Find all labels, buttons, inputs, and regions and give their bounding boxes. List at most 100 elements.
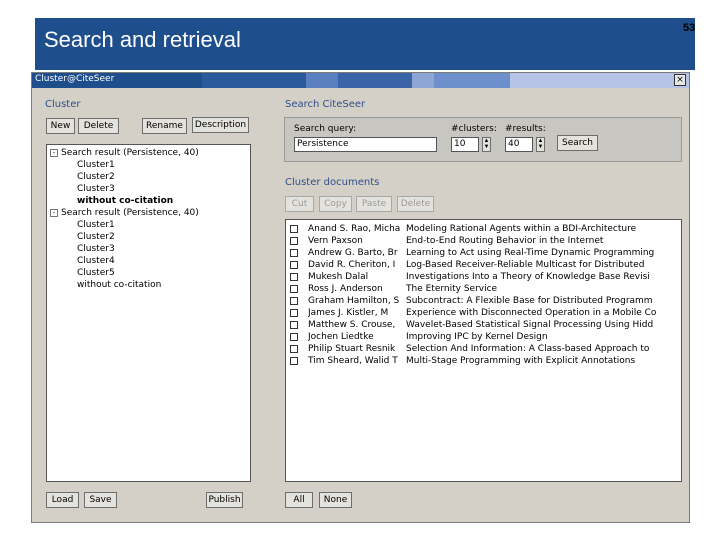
- search-query-label: Search query:: [294, 124, 357, 134]
- tree-node-label: without co-citation: [77, 196, 174, 206]
- paste-button[interactable]: Paste: [356, 196, 392, 212]
- document-title: Subcontract: A Flexible Base for Distrib…: [406, 296, 653, 306]
- document-author: Vern Paxson: [308, 236, 363, 246]
- copy-button[interactable]: Copy: [319, 196, 352, 212]
- document-author: Matthew S. Crouse,: [308, 320, 396, 330]
- new-cluster-button[interactable]: New: [46, 118, 75, 134]
- document-list[interactable]: Anand S. Rao, Micha Modeling Rational Age…: [285, 219, 682, 482]
- document-checkbox[interactable]: [290, 345, 298, 353]
- document-title: Wavelet-Based Statistical Signal Process…: [406, 320, 654, 330]
- document-author: Tim Sheard, Walid T: [308, 356, 398, 366]
- load-button[interactable]: Load: [46, 492, 79, 508]
- tree-node-label: Cluster3: [77, 184, 115, 194]
- document-title: Improving IPC by Kernel Design: [406, 332, 548, 342]
- document-checkbox[interactable]: [290, 237, 298, 245]
- tree-node-label: Search result (Persistence, 40): [61, 208, 199, 218]
- document-author: Philip Stuart Resnik: [308, 344, 396, 354]
- collapse-toggle-icon[interactable]: -: [50, 149, 58, 157]
- document-row[interactable]: Anand S. Rao, Micha Modeling Rational Age…: [286, 223, 681, 235]
- titlebar-segment: [434, 73, 510, 88]
- tree-node-label: Cluster4: [77, 256, 115, 266]
- cluster-section-title: Cluster: [45, 99, 81, 110]
- document-checkbox[interactable]: [290, 261, 298, 269]
- tree-node-label: Cluster3: [77, 244, 115, 254]
- clusters-stepper[interactable]: ▲ ▼: [482, 137, 491, 152]
- delete-document-button[interactable]: Delete: [397, 196, 434, 212]
- document-author: Jochen Liedtke: [308, 332, 374, 342]
- cluster-tree[interactable]: - Search result (Persistence, 40) Cluster1…: [46, 144, 251, 482]
- tree-node-label: Cluster2: [77, 232, 115, 242]
- titlebar-segment: [510, 73, 689, 88]
- document-checkbox[interactable]: [290, 285, 298, 293]
- document-author: Graham Hamilton, S: [308, 296, 400, 306]
- arrow-down-icon[interactable]: ▼: [537, 144, 544, 150]
- search-section-title: Search CiteSeer: [285, 99, 366, 110]
- document-author: Ross J. Anderson: [308, 284, 383, 294]
- document-row[interactable]: James J. Kistler, M Experience with Disco…: [286, 307, 681, 319]
- document-checkbox[interactable]: [290, 273, 298, 281]
- app-window: Cluster@CiteSeer × Cluster New Delete Re…: [31, 72, 690, 523]
- tree-node-label: Cluster1: [77, 160, 115, 170]
- document-row[interactable]: Graham Hamilton, S Subcontract: A Flexibl…: [286, 295, 681, 307]
- document-author: Anand S. Rao, Micha: [308, 224, 401, 234]
- document-row[interactable]: Tim Sheard, Walid T Multi-Stage Programmi…: [286, 355, 681, 367]
- slide-header: Search and retrieval: [35, 18, 695, 70]
- document-author: Andrew G. Barto, Br: [308, 248, 398, 258]
- document-row[interactable]: Andrew G. Barto, Br Learning to Act using…: [286, 247, 681, 259]
- document-row[interactable]: Philip Stuart Resnik Selection And Inform…: [286, 343, 681, 355]
- document-title: Log-Based Receiver-Reliable Multicast fo…: [406, 260, 645, 270]
- document-checkbox[interactable]: [290, 333, 298, 341]
- document-title: Investigations Into a Theory of Knowledg…: [406, 272, 650, 282]
- document-author: Mukesh Dalal: [308, 272, 369, 282]
- documents-section-title: Cluster documents: [285, 177, 380, 188]
- window-titlebar[interactable]: [32, 73, 689, 88]
- select-all-button[interactable]: All: [285, 492, 313, 508]
- tree-node-label: Cluster2: [77, 172, 115, 182]
- slide-number: 53: [683, 22, 696, 34]
- close-button[interactable]: ×: [674, 74, 686, 86]
- document-checkbox[interactable]: [290, 249, 298, 257]
- search-query-input[interactable]: Persistence: [294, 137, 437, 152]
- document-title: Experience with Disconnected Operation i…: [406, 308, 657, 318]
- results-input[interactable]: 40: [505, 137, 533, 152]
- document-row[interactable]: Vern Paxson End-to-End Routing Behavior i…: [286, 235, 681, 247]
- document-title: The Eternity Service: [406, 284, 498, 294]
- delete-cluster-button[interactable]: Delete: [78, 118, 119, 134]
- titlebar-segment: [338, 73, 412, 88]
- save-button[interactable]: Save: [84, 492, 117, 508]
- collapse-toggle-icon[interactable]: -: [50, 209, 58, 217]
- document-row[interactable]: Matthew S. Crouse, Wavelet-Based Statisti…: [286, 319, 681, 331]
- description-button[interactable]: Description: [192, 117, 249, 133]
- results-label: #results:: [505, 124, 546, 134]
- document-checkbox[interactable]: [290, 297, 298, 305]
- document-row[interactable]: David R. Cheriton, I Log-Based Receiver-R…: [286, 259, 681, 271]
- cut-button[interactable]: Cut: [285, 196, 314, 212]
- titlebar-segment: [412, 73, 434, 88]
- tree-node-label: Cluster5: [77, 268, 115, 278]
- document-row[interactable]: Ross J. Anderson The Eternity Service: [286, 283, 681, 295]
- document-title: Modeling Rational Agents within a BDI-Ar…: [406, 224, 637, 234]
- document-author: David R. Cheriton, I: [308, 260, 396, 270]
- clusters-label: #clusters:: [451, 124, 497, 134]
- document-checkbox[interactable]: [290, 321, 298, 329]
- search-button[interactable]: Search: [557, 135, 598, 151]
- publish-button[interactable]: Publish: [206, 492, 243, 508]
- window-title: Cluster@CiteSeer: [35, 74, 115, 84]
- search-panel: Search query: Persistence #clusters: 10 …: [284, 117, 682, 162]
- clusters-input[interactable]: 10: [451, 137, 479, 152]
- arrow-down-icon[interactable]: ▼: [483, 144, 490, 150]
- document-checkbox[interactable]: [290, 357, 298, 365]
- titlebar-segment: [202, 73, 306, 88]
- document-title: Selection And Information: A Class-based…: [406, 344, 650, 354]
- tree-node-label: Search result (Persistence, 40): [61, 148, 199, 158]
- document-checkbox[interactable]: [290, 309, 298, 317]
- rename-cluster-button[interactable]: Rename: [142, 118, 187, 134]
- select-none-button[interactable]: None: [319, 492, 352, 508]
- document-title: End-to-End Routing Behavior in the Inter…: [406, 236, 604, 246]
- document-row[interactable]: Mukesh Dalal Investigations Into a Theory…: [286, 271, 681, 283]
- document-row[interactable]: Jochen Liedtke Improving IPC by Kernel De…: [286, 331, 681, 343]
- results-stepper[interactable]: ▲ ▼: [536, 137, 545, 152]
- tree-node-label: Cluster1: [77, 220, 115, 230]
- document-checkbox[interactable]: [290, 225, 298, 233]
- document-author: James J. Kistler, M: [308, 308, 389, 318]
